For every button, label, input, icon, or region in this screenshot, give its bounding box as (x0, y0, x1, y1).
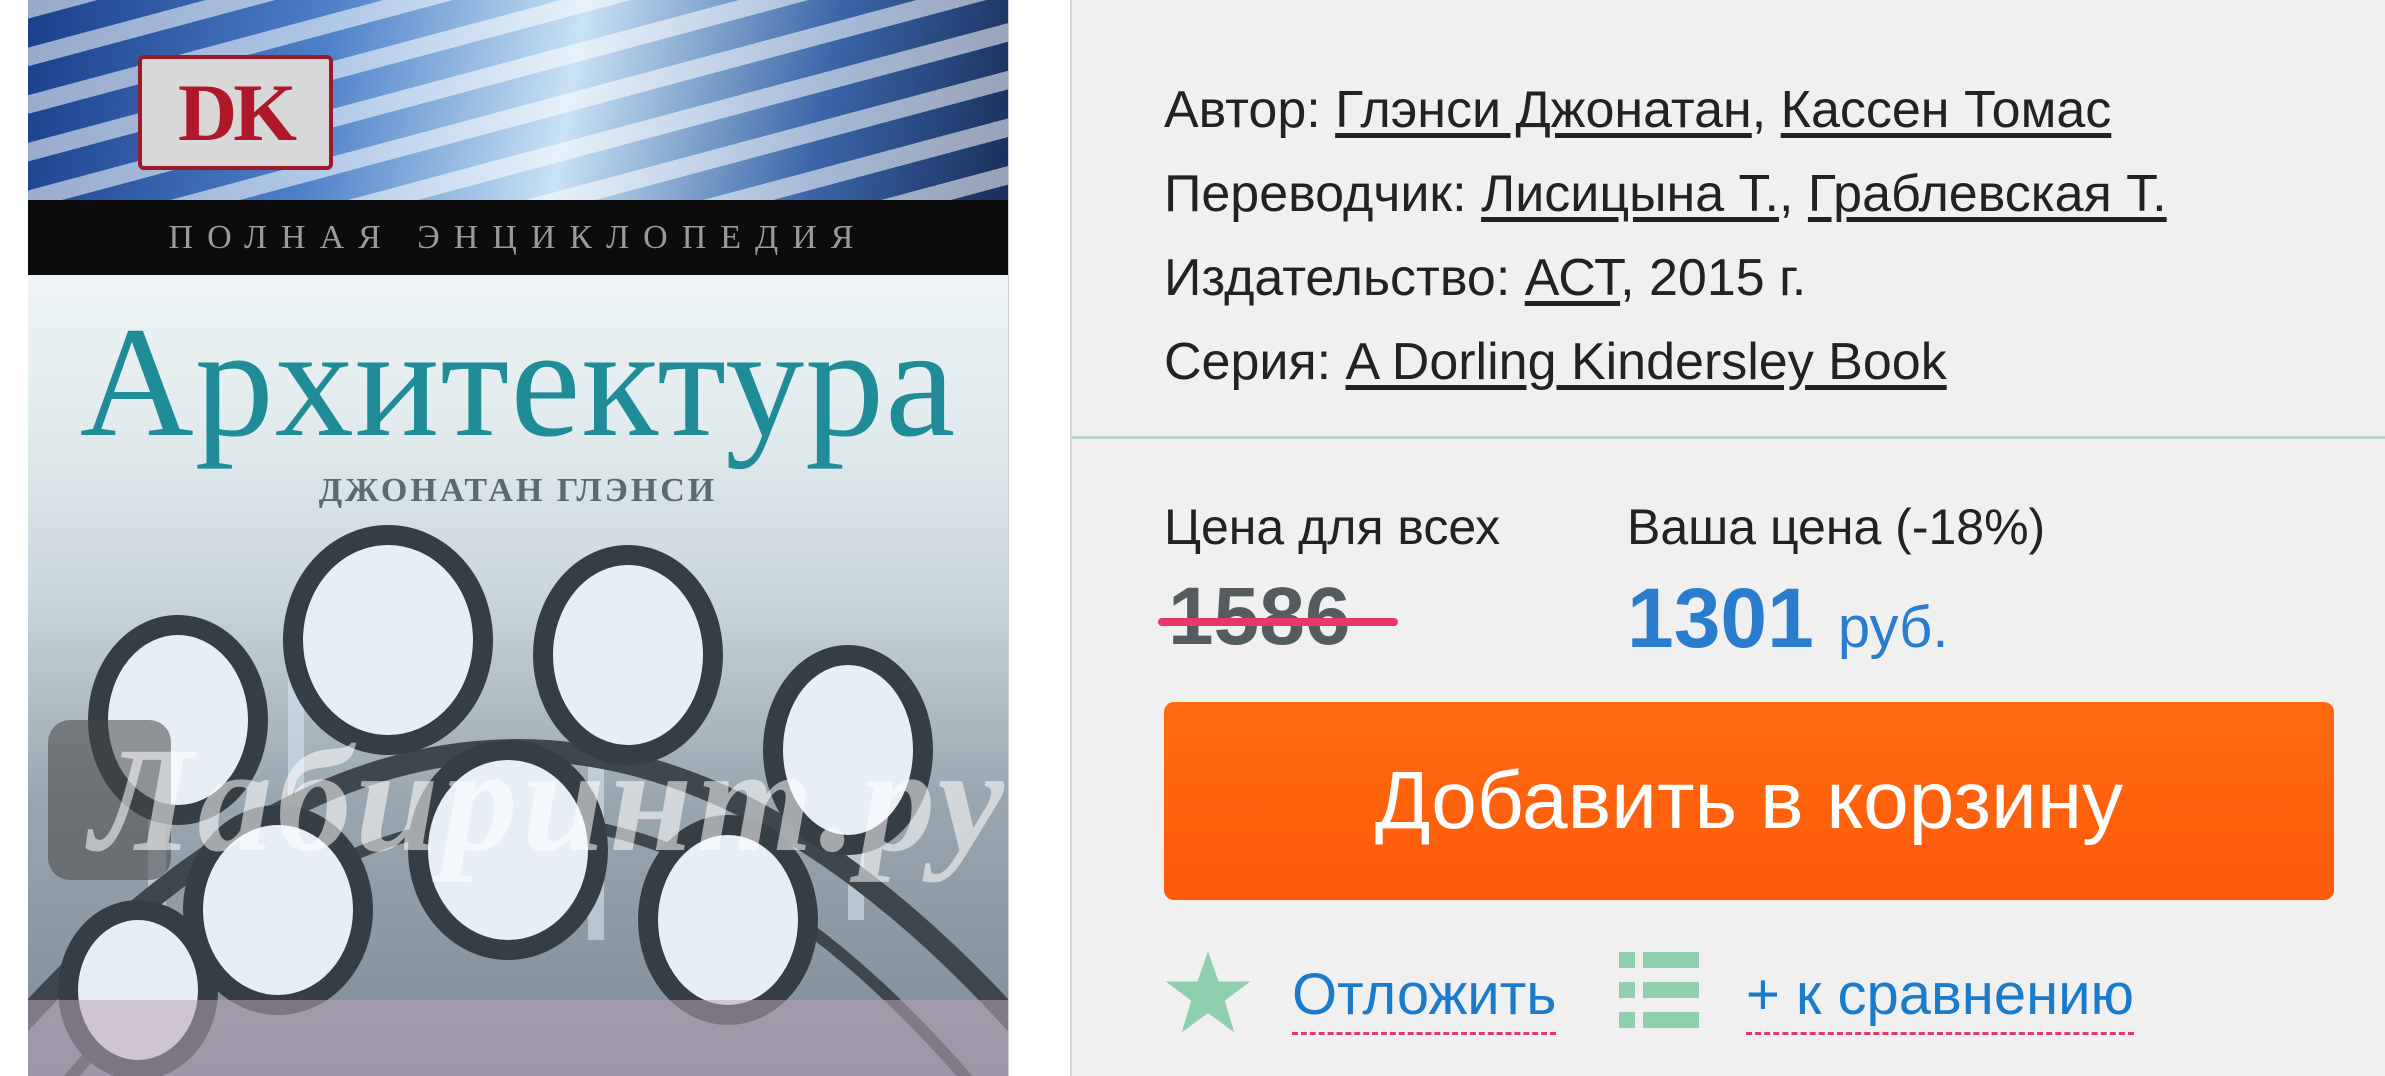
translator-link-2[interactable]: Граблевская Т. (1808, 165, 2167, 223)
regular-price: 1586 (1158, 570, 1398, 664)
cover-series-text: ПОЛНАЯ ЭНЦИКЛОПЕДИЯ (168, 218, 868, 256)
cover-series-band: ПОЛНАЯ ЭНЦИКЛОПЕДИЯ (28, 200, 1008, 275)
cover-author: ДЖОНАТАН ГЛЭНСИ (318, 472, 718, 509)
book-cover-panel: DK ПОЛНАЯ ЭНЦИКЛОПЕДИЯ Архитектура ДЖОНА… (0, 0, 1070, 1076)
translator-link-1[interactable]: Лисицына Т. (1481, 165, 1779, 223)
series-row: Серия: A Dorling Kindersley Book (1164, 320, 2167, 404)
star-icon[interactable] (1164, 948, 1252, 1036)
publisher-row: Издательство: АСТ, 2015 г. (1164, 236, 2167, 320)
translator-label: Переводчик: (1164, 165, 1467, 223)
author-row: Автор: Глэнси Джонатан, Кассен Томас (1164, 68, 2167, 152)
postpone-link[interactable]: Отложить (1292, 966, 1557, 1035)
author-link-2[interactable]: Кассен Томас (1781, 81, 2112, 139)
book-metadata: Автор: Глэнси Джонатан, Кассен Томас Пер… (1164, 68, 2167, 404)
translator-row: Переводчик: Лисицына Т., Граблевская Т. (1164, 152, 2167, 236)
compare-link[interactable]: + к сравнению (1746, 966, 2135, 1035)
watermark-text: Лабиринт.ру (90, 717, 1008, 883)
product-info-panel: Автор: Глэнси Джонатан, Кассен Томас Пер… (1070, 0, 2385, 1076)
publisher-label: Издательство: (1164, 249, 1511, 307)
list-icon[interactable] (1619, 952, 1699, 1028)
publisher-logo-text: DK (178, 66, 297, 158)
your-price-label: Ваша цена (-18%) (1627, 499, 2046, 555)
author-link-1[interactable]: Глэнси Джонатан (1335, 81, 1752, 139)
author-separator: , (1751, 81, 1781, 139)
regular-price-value: 1586 (1168, 571, 1351, 662)
translator-separator: , (1779, 165, 1808, 223)
watermark: Лабиринт.ру (48, 717, 1008, 883)
cover-title: Архитектура (79, 295, 957, 470)
your-price: 1301 руб. (1627, 570, 1948, 667)
book-cover-image[interactable]: DK ПОЛНАЯ ЭНЦИКЛОПЕДИЯ Архитектура ДЖОНА… (28, 0, 1009, 1076)
regular-price-label: Цена для всех (1164, 499, 1501, 555)
series-link[interactable]: A Dorling Kindersley Book (1346, 333, 1947, 391)
series-label: Серия: (1164, 333, 1332, 391)
add-to-cart-button[interactable]: Добавить в корзину (1164, 702, 2334, 900)
currency-label: руб. (1837, 595, 1949, 660)
price-strikethrough (1158, 618, 1398, 626)
publisher-link[interactable]: АСТ (1525, 249, 1620, 307)
your-price-value: 1301 (1627, 571, 1814, 665)
publisher-logo: DK (138, 55, 333, 170)
author-label: Автор: (1164, 81, 1321, 139)
section-divider (1072, 436, 2385, 439)
publication-year: , 2015 г. (1620, 249, 1807, 307)
